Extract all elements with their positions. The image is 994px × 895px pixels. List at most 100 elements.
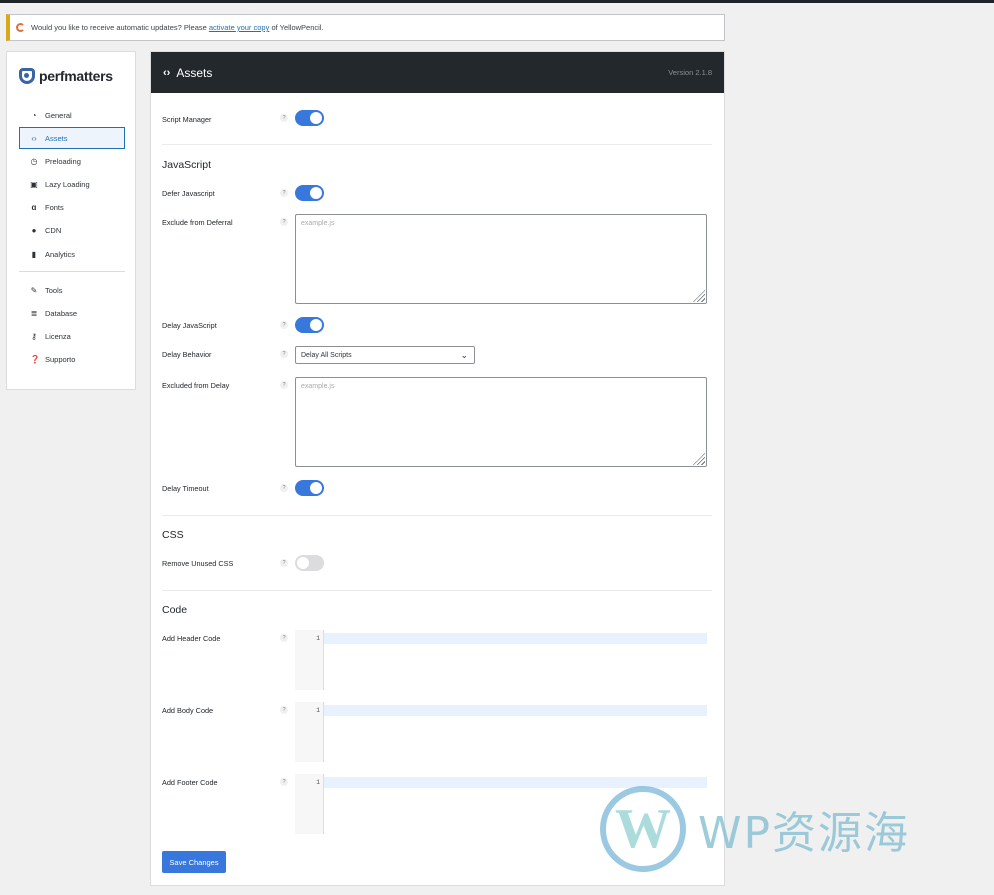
delay-behavior-select[interactable]: Delay All Scripts ⌄ (295, 346, 475, 364)
perfmatters-logo-icon (19, 68, 35, 84)
help-icon[interactable]: ? (280, 559, 288, 567)
line-number: 1 (316, 635, 320, 642)
script-manager-label: Script Manager (162, 115, 212, 124)
sidebar-item-label: Fonts (45, 203, 64, 213)
code-icon: ‹› (31, 133, 37, 143)
sidebar-item-fonts[interactable]: ɑ Fonts (19, 197, 125, 219)
code-icon: ‹› (163, 66, 171, 79)
textarea-placeholder: example.js (301, 383, 335, 390)
sidebar-item-supporto[interactable]: ❓ Supporto (19, 349, 125, 371)
sidebar-item-cdn[interactable]: ● CDN (19, 220, 125, 242)
active-line-highlight (324, 705, 707, 716)
excluded-from-delay-label: Excluded from Delay (162, 381, 230, 390)
database-icon: ≣ (30, 308, 38, 318)
line-number: 1 (316, 707, 320, 714)
image-icon: ▣ (30, 180, 38, 190)
activate-link[interactable]: activate your copy (209, 23, 269, 32)
sidebar-item-label: General (45, 110, 72, 120)
javascript-section-title: JavaScript (162, 159, 212, 171)
question-icon: ❓ (30, 355, 40, 365)
line-number-gutter: 1 (295, 774, 324, 834)
delay-javascript-toggle[interactable] (295, 317, 324, 333)
sidebar-item-lazy-loading[interactable]: ▣ Lazy Loading (19, 174, 125, 196)
brand-name: perfmatters (39, 68, 113, 84)
bar-chart-icon: ▮ (31, 249, 37, 259)
exclude-from-deferral-textarea[interactable]: example.js (295, 214, 707, 304)
delay-behavior-value: Delay All Scripts (301, 351, 352, 359)
admin-top-bar (0, 0, 994, 3)
help-icon[interactable]: ? (280, 114, 288, 122)
css-section-title: CSS (162, 529, 184, 541)
help-icon[interactable]: ? (280, 381, 288, 389)
sidebar-item-label: Lazy Loading (45, 180, 90, 190)
delay-javascript-label: Delay JavaScript (162, 321, 217, 330)
defer-javascript-label: Defer Javascript (162, 189, 215, 198)
delay-behavior-label: Delay Behavior (162, 350, 212, 359)
help-icon[interactable]: ? (280, 778, 288, 786)
resize-handle-icon[interactable] (693, 453, 705, 465)
refresh-icon (16, 23, 25, 32)
page-title: ‹› Assets (163, 66, 212, 80)
sidebar-item-label: Tools (45, 285, 63, 295)
excluded-from-delay-textarea[interactable]: example.js (295, 377, 707, 467)
help-icon[interactable]: ? (280, 321, 288, 329)
script-manager-toggle[interactable] (295, 110, 324, 126)
notice-text: Would you like to receive automatic upda… (31, 23, 324, 32)
section-divider (162, 144, 712, 145)
header-code-editor[interactable]: 1 (295, 630, 707, 690)
sidebar-item-tools[interactable]: ✎ Tools (19, 279, 125, 301)
body-code-editor[interactable]: 1 (295, 702, 707, 762)
clock-icon: ◷ (30, 156, 38, 166)
sidebar-item-label: Preloading (45, 156, 81, 166)
delay-timeout-label: Delay Timeout (162, 484, 209, 493)
help-icon[interactable]: ? (280, 189, 288, 197)
help-icon[interactable]: ? (280, 706, 288, 714)
sidebar-item-preloading[interactable]: ◷ Preloading (19, 150, 125, 172)
key-icon: ⚷ (31, 332, 37, 341)
section-divider (162, 515, 712, 516)
add-footer-code-label: Add Footer Code (162, 778, 218, 787)
line-number-gutter: 1 (295, 630, 324, 690)
sidebar-item-label: Supporto (45, 355, 76, 365)
sidebar-item-label: CDN (45, 226, 62, 236)
add-body-code-label: Add Body Code (162, 706, 214, 715)
help-icon[interactable]: ? (280, 350, 288, 358)
sidebar-item-label: Analytics (45, 249, 76, 259)
font-icon: ɑ (31, 203, 37, 213)
textarea-placeholder: example.js (301, 220, 335, 227)
watermark-text: WP资源海 (698, 808, 911, 859)
help-icon[interactable]: ? (280, 634, 288, 642)
remove-unused-css-toggle[interactable] (295, 555, 324, 571)
assets-panel: ‹› Assets Version 2.1.8 Script Manager ?… (150, 51, 725, 886)
remove-unused-css-label: Remove Unused CSS (162, 559, 234, 568)
resize-handle-icon[interactable] (693, 290, 705, 302)
sidebar-item-analytics[interactable]: ▮ Analytics (19, 243, 125, 265)
wrench-icon: ✎ (30, 285, 38, 295)
sidebar: perfmatters ◔ General ‹› Assets ◷ Preloa… (6, 51, 136, 390)
update-notice: Would you like to receive automatic upda… (6, 14, 725, 41)
sidebar-item-general[interactable]: ◔ General (19, 104, 125, 126)
sidebar-divider (19, 271, 125, 273)
add-header-code-label: Add Header Code (162, 634, 221, 643)
sidebar-item-label: Assets (45, 133, 68, 143)
brand-logo[interactable]: perfmatters (19, 68, 113, 84)
defer-javascript-toggle[interactable] (295, 185, 324, 201)
chevron-down-icon: ⌄ (460, 350, 468, 360)
sidebar-item-database[interactable]: ≣ Database (19, 302, 125, 324)
sidebar-item-licenza[interactable]: ⚷ Licenza (19, 326, 125, 348)
help-icon[interactable]: ? (280, 484, 288, 492)
active-line-highlight (324, 633, 707, 644)
line-number: 1 (316, 779, 320, 786)
code-section-title: Code (162, 604, 188, 616)
help-icon[interactable]: ? (280, 218, 288, 226)
section-divider (162, 590, 712, 591)
delay-timeout-toggle[interactable] (295, 480, 324, 496)
sidebar-item-assets[interactable]: ‹› Assets (19, 127, 125, 150)
sidebar-item-label: Licenza (45, 332, 71, 341)
dashboard-icon: ◔ (31, 110, 37, 120)
exclude-from-deferral-label: Exclude from Deferral (162, 218, 233, 227)
save-changes-button[interactable]: Save Changes (162, 851, 226, 873)
sidebar-nav: ◔ General ‹› Assets ◷ Preloading ▣ Lazy … (19, 104, 125, 372)
globe-icon: ● (31, 226, 37, 236)
wordpress-logo-icon: W (600, 786, 686, 872)
